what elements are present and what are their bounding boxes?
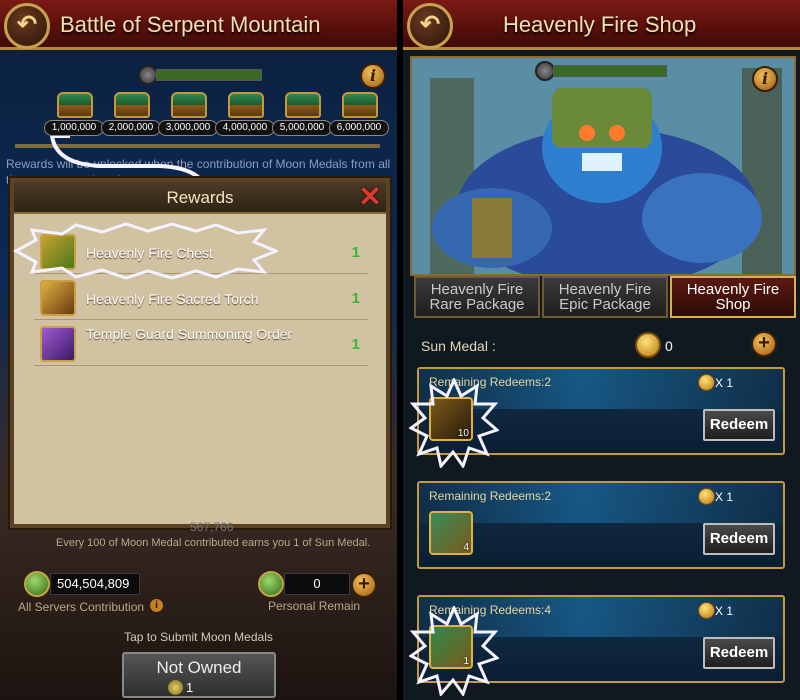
submit-label: Not Owned xyxy=(156,658,242,677)
info-icon[interactable]: i xyxy=(752,66,778,92)
left-panel: ↶ Battle of Serpent Mountain i 1,000,000… xyxy=(0,0,397,700)
highlight-burst xyxy=(409,378,499,468)
torch-icon[interactable]: 4 xyxy=(429,511,473,555)
moon-medal-icon xyxy=(24,571,50,597)
title-bar: ↶ Battle of Serpent Mountain xyxy=(0,0,397,50)
milestone-chest[interactable]: 3,000,000 xyxy=(158,92,218,138)
chest-icon xyxy=(171,92,207,118)
item-price: X 1 xyxy=(714,376,733,390)
tab-shop[interactable]: Heavenly Fire Shop xyxy=(670,276,796,318)
back-button[interactable]: ↶ xyxy=(4,3,50,49)
back-arrow-icon: ↶ xyxy=(419,11,441,38)
remaining-redeems: Remaining Redeems:2 xyxy=(429,489,552,503)
personal-value: 0 xyxy=(284,573,350,595)
submit-button[interactable]: Not Owned 1 xyxy=(122,652,276,698)
dialog-title: Rewards xyxy=(166,188,234,207)
sun-medal-icon xyxy=(635,332,661,358)
sun-medal-icon xyxy=(698,374,715,391)
chest-icon xyxy=(57,92,93,118)
page-title: Battle of Serpent Mountain xyxy=(60,12,321,37)
milestone-chest[interactable]: 6,000,000 xyxy=(329,92,389,138)
submit-cost: 1 xyxy=(186,680,194,695)
reward-name: Temple Guard Summoning Order xyxy=(86,326,293,342)
highlight-burst xyxy=(409,606,499,696)
chest-icon xyxy=(285,92,321,118)
golem-illustration xyxy=(412,58,794,274)
chest-icon xyxy=(342,92,378,118)
milestone-chest[interactable]: 2,000,000 xyxy=(101,92,161,138)
hero-banner xyxy=(410,56,796,276)
info-icon[interactable]: i xyxy=(360,63,386,89)
sun-medal-label: Sun Medal : xyxy=(421,338,496,354)
torch-icon xyxy=(40,280,76,316)
info-icon[interactable]: i xyxy=(150,599,163,612)
moon-medal-icon xyxy=(258,571,284,597)
redeem-button[interactable]: Redeem xyxy=(703,523,775,555)
reward-qty: 1 xyxy=(351,244,360,261)
all-servers-label: All Servers Contribution xyxy=(18,600,145,614)
shop-tabs: Heavenly Fire Rare Package Heavenly Fire… xyxy=(410,276,796,318)
milestone-chest[interactable]: 5,000,000 xyxy=(272,92,332,138)
dialog-header: Rewards ✕ xyxy=(14,182,386,214)
faded-value: 567,766 xyxy=(190,520,234,534)
shop-item: Remaining Redeems:2 X 1 4 Redeem xyxy=(417,481,785,569)
item-count: 4 xyxy=(463,542,469,553)
item-price: X 1 xyxy=(714,604,733,618)
plus-icon[interactable]: + xyxy=(351,572,377,598)
personal-label: Personal Remain xyxy=(268,599,361,613)
sun-medal-icon xyxy=(698,488,715,505)
sun-medal-progress xyxy=(535,61,667,81)
redeem-button[interactable]: Redeem xyxy=(703,409,775,441)
reward-qty: 1 xyxy=(351,336,360,353)
plus-icon[interactable]: + xyxy=(751,331,777,357)
item-price: X 1 xyxy=(714,490,733,504)
page-title: Heavenly Fire Shop xyxy=(503,12,697,37)
sun-medal-icon xyxy=(698,602,715,619)
contribution-progress xyxy=(138,65,262,85)
close-icon[interactable]: ✕ xyxy=(356,183,384,212)
chest-icon xyxy=(114,92,150,118)
milestone-chest[interactable]: 1,000,000 xyxy=(44,92,104,138)
title-bar: ↶ Heavenly Fire Shop xyxy=(403,0,800,50)
medal-note: Every 100 of Moon Medal contributed earn… xyxy=(56,537,371,549)
back-button[interactable]: ↶ xyxy=(407,3,453,49)
sun-medal-icon xyxy=(535,61,555,81)
reward-name: Heavenly Fire Sacred Torch xyxy=(86,291,259,307)
highlight-burst xyxy=(12,222,278,280)
sun-medal-value: 0 xyxy=(665,338,673,354)
redeem-button[interactable]: Redeem xyxy=(703,637,775,669)
moon-medal-icon xyxy=(168,680,183,695)
chest-milestones: 1,000,000 2,000,000 3,000,000 4,000,000 … xyxy=(44,92,389,138)
moon-medal-icon xyxy=(138,65,158,85)
tap-hint: Tap to Submit Moon Medals xyxy=(124,630,273,644)
milestone-chest[interactable]: 4,000,000 xyxy=(215,92,275,138)
chest-icon xyxy=(228,92,264,118)
right-panel: ↶ Heavenly Fire Shop i Heavenly Fire Rar… xyxy=(403,0,800,700)
reward-item[interactable]: Heavenly Fire Sacred Torch 1 xyxy=(34,278,368,320)
summoning-order-icon xyxy=(40,326,76,362)
reward-item[interactable]: Temple Guard Summoning Order 1 xyxy=(34,324,368,366)
reward-qty: 1 xyxy=(351,290,360,307)
tab-rare-package[interactable]: Heavenly Fire Rare Package xyxy=(414,276,540,318)
tab-epic-package[interactable]: Heavenly Fire Epic Package xyxy=(542,276,668,318)
back-arrow-icon: ↶ xyxy=(16,11,38,38)
all-servers-value: 504,504,809 xyxy=(50,573,140,595)
